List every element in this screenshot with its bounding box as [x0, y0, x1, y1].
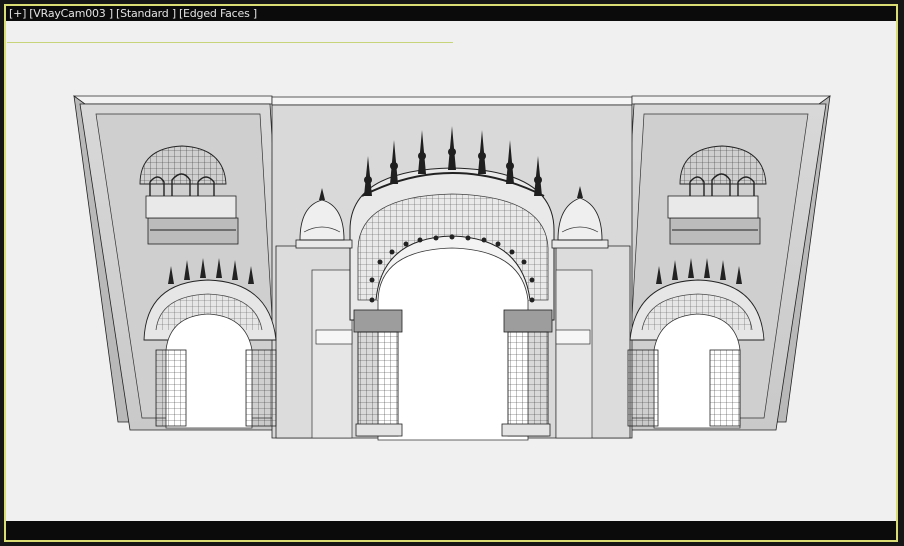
central-left-column: [353, 309, 403, 437]
central-right-column: [501, 309, 553, 437]
gateway-model-render[interactable]: [0, 0, 904, 546]
